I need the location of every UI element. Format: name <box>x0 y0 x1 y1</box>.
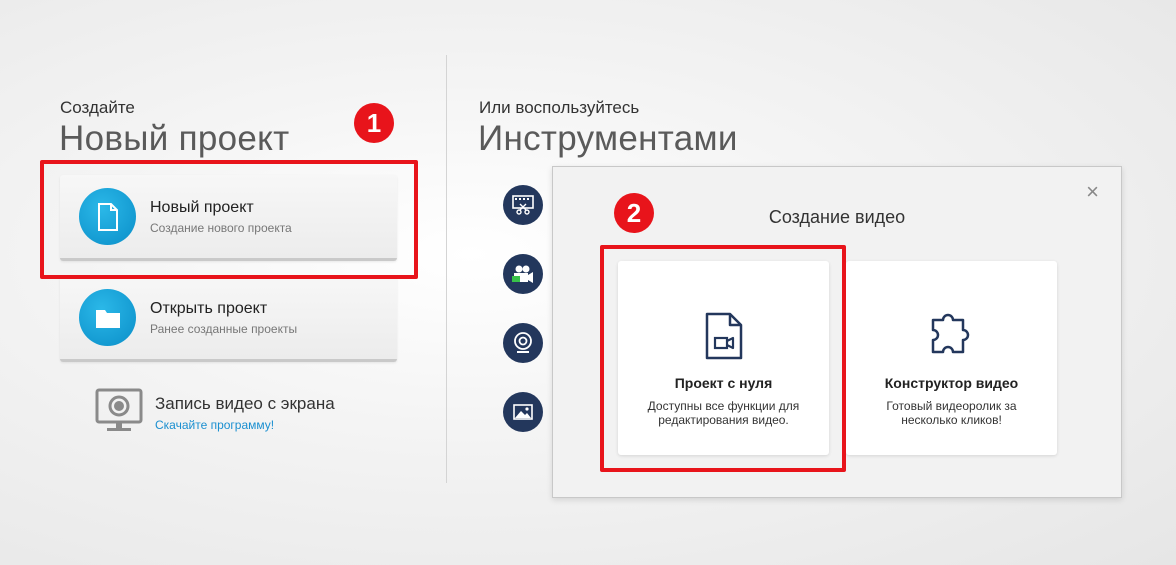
film-cut-icon[interactable] <box>503 185 543 225</box>
close-icon[interactable]: × <box>1086 179 1099 205</box>
open-project-button[interactable]: Открыть проект Ранее созданные проекты <box>60 276 397 362</box>
option-description: Готовый видеоролик за несколько кликов! <box>886 399 1017 427</box>
right-title: Инструментами <box>478 119 738 158</box>
puzzle-icon <box>927 312 977 365</box>
download-link[interactable]: Скачайте программу! <box>155 418 274 432</box>
step-badge-2: 2 <box>614 193 654 233</box>
record-title[interactable]: Запись видео с экрана <box>155 394 335 414</box>
left-subtitle: Создайте <box>60 98 135 117</box>
image-icon[interactable] <box>503 392 543 432</box>
step-badge-1: 1 <box>354 103 394 143</box>
video-constructor-option[interactable]: Конструктор видео Готовый видеоролик за … <box>846 261 1057 455</box>
highlight-box-2 <box>600 245 846 472</box>
camera-record-icon[interactable] <box>503 254 543 294</box>
left-title: Новый проект <box>59 119 290 158</box>
option-title: Конструктор видео <box>884 375 1019 391</box>
highlight-box-1 <box>40 160 418 279</box>
open-project-subtitle: Ранее созданные проекты <box>150 321 298 336</box>
monitor-record-icon[interactable] <box>95 388 143 439</box>
right-subtitle: Или воспользуйтесь <box>479 98 640 117</box>
open-project-title: Открыть проект <box>150 299 268 317</box>
column-divider <box>446 55 447 483</box>
folder-icon <box>79 289 136 346</box>
webcam-icon[interactable] <box>503 323 543 363</box>
